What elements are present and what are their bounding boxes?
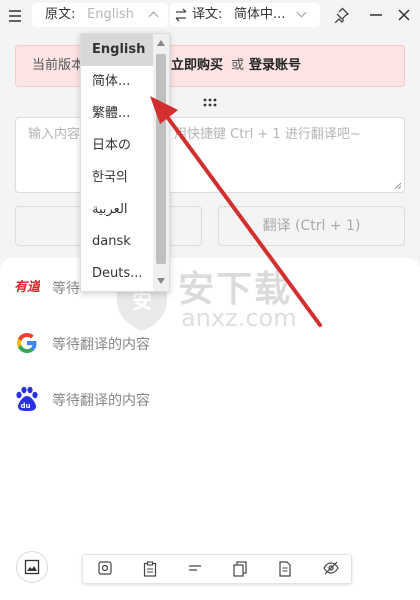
baidu-logo-icon: du — [16, 386, 38, 411]
target-language-value: 简体中... — [234, 7, 286, 22]
document-icon — [279, 561, 291, 577]
source-language-select[interactable]: 原文: English — [32, 3, 168, 27]
source-language-value: English — [87, 7, 134, 22]
scroll-down-arrow-icon[interactable] — [157, 278, 165, 284]
screenshot-button[interactable] — [16, 551, 48, 583]
watermark-en-text: anxz.com — [181, 304, 297, 332]
svg-text:安: 安 — [132, 289, 152, 313]
source-language-label: 原文: — [45, 7, 76, 22]
tool-format[interactable] — [173, 555, 218, 583]
translate-button[interactable]: 翻译 (Ctrl + 1) — [218, 206, 405, 246]
dropdown-option-7[interactable]: Deuts... — [81, 258, 153, 290]
chevron-up-icon — [148, 11, 159, 22]
text-lines-icon — [189, 565, 201, 571]
google-logo-icon — [17, 333, 37, 353]
dropdown-option-4[interactable]: 한국의 — [81, 162, 153, 194]
tool-paste[interactable] — [263, 555, 308, 583]
scroll-up-arrow-icon[interactable] — [157, 40, 165, 46]
eye-off-icon — [323, 561, 339, 575]
result-text: 等待 — [52, 281, 80, 297]
tool-ocr[interactable] — [83, 555, 128, 583]
bottom-toolbar — [82, 554, 352, 584]
dropdown-option-3[interactable]: 日本の — [81, 130, 153, 162]
banner-text: 当前版本 — [32, 58, 85, 73]
dropdown-option-5[interactable]: العربية — [81, 194, 153, 226]
target-language-select[interactable]: 译文: 简体中... — [170, 3, 320, 27]
dropdown-option-6[interactable]: dansk — [81, 226, 153, 258]
source-placeholder-right: 用快捷键 Ctrl + 1 进行翻译吧~ — [174, 127, 361, 142]
svg-text:有道: 有道 — [14, 279, 40, 294]
pin-icon[interactable] — [333, 7, 350, 24]
result-text: 等待翻译的内容 — [52, 393, 150, 409]
resize-grip-icon[interactable] — [394, 182, 402, 190]
svg-text:du: du — [21, 402, 31, 410]
swap-icon[interactable] — [174, 8, 188, 22]
tool-clipboard[interactable] — [128, 555, 173, 583]
copy-icon — [233, 561, 247, 577]
tool-copy[interactable] — [218, 555, 263, 583]
target-language-label: 译文: — [192, 7, 223, 22]
source-text-input[interactable]: 输入内容 用快捷键 Ctrl + 1 进行翻译吧~ — [15, 117, 405, 193]
title-bar: 原文: English 译文: 简体中... — [0, 0, 420, 32]
dropdown-option-2[interactable]: 繁體... — [81, 98, 153, 130]
license-notice-banner: 当前版本 立即购买 或 登录账号 — [15, 45, 405, 87]
clipboard-icon — [143, 561, 157, 577]
scan-icon — [98, 561, 112, 575]
tool-hide[interactable] — [308, 555, 353, 583]
login-link[interactable]: 登录账号 — [249, 46, 301, 86]
close-icon[interactable] — [396, 7, 412, 23]
minimize-icon[interactable] — [368, 7, 384, 23]
source-placeholder-left: 输入内容 — [28, 127, 81, 142]
menu-icon[interactable] — [8, 8, 22, 22]
dropdown-scrollbar-thumb[interactable] — [156, 54, 166, 264]
source-language-dropdown: English 简体... 繁體... 日本の 한국의 العربية dans… — [80, 33, 170, 292]
buy-now-link[interactable]: 立即购买 — [171, 46, 223, 86]
dropdown-option-1[interactable]: 简体... — [81, 66, 153, 98]
youdao-logo-icon: 有道 — [14, 279, 40, 294]
banner-connector: 或 — [231, 58, 245, 73]
result-baidu: du 等待翻译的内容 — [0, 384, 420, 414]
chevron-down-icon — [296, 7, 307, 18]
drag-handle-icon[interactable] — [203, 98, 217, 108]
image-icon — [24, 559, 40, 575]
dropdown-option-0[interactable]: English — [81, 34, 153, 66]
